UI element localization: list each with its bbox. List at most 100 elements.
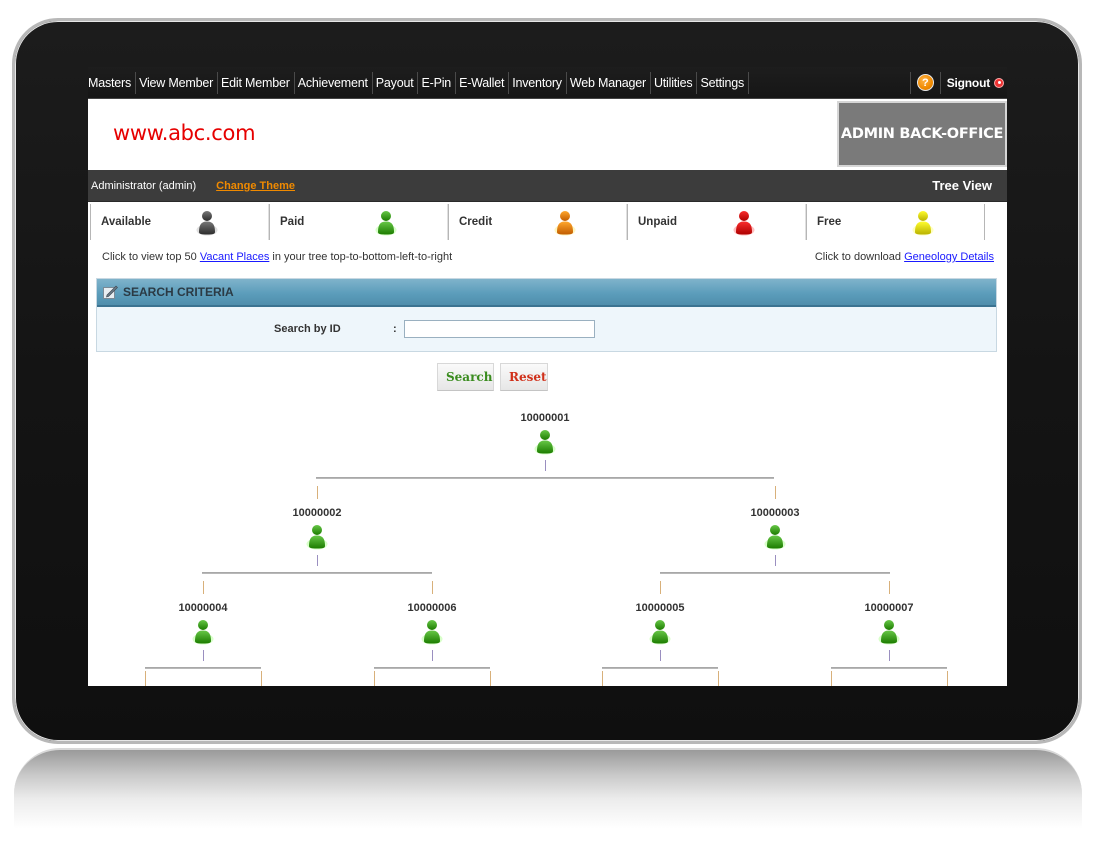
connector-line [203, 650, 204, 661]
connector-line [660, 572, 890, 574]
connector-line [374, 671, 375, 686]
connector-line [145, 671, 146, 686]
person-icon [878, 619, 900, 645]
legend-unpaid: Unpaid [627, 204, 806, 240]
info-text: in your tree top-to-bottom-left-to-right [269, 251, 453, 263]
connector-line [490, 671, 491, 686]
search-criteria-panel: SEARCH CRITERIA Search by ID : [96, 278, 997, 352]
top-navigation: Masters View Member Edit Member Achievem… [88, 67, 1007, 98]
connector-line [316, 477, 774, 479]
node-id: 10000005 [635, 602, 685, 614]
connector-line [718, 671, 719, 686]
connector-line [145, 667, 261, 669]
connector-line [602, 667, 718, 669]
person-icon [534, 429, 556, 455]
person-icon [912, 210, 934, 236]
current-user: Administrator (admin) [91, 179, 197, 192]
page-title: Tree View [932, 178, 992, 193]
legend-free: Free [806, 204, 985, 240]
connector-line [602, 671, 603, 686]
legend-label: Credit [459, 216, 493, 228]
node-id: 10000004 [178, 602, 228, 614]
search-criteria-title: SEARCH CRITERIA [123, 285, 234, 299]
connector-line [775, 486, 776, 499]
node-id: 10000007 [864, 602, 914, 614]
screen: Masters View Member Edit Member Achievem… [88, 67, 1007, 686]
tree-node[interactable]: 10000007 [839, 602, 939, 645]
person-icon [306, 524, 328, 550]
search-by-id-label: Search by ID [274, 323, 341, 335]
person-icon [649, 619, 671, 645]
nav-achievement[interactable]: Achievement [295, 71, 373, 94]
signout-label: Signout [946, 75, 990, 90]
person-icon [764, 524, 786, 550]
connector-line [889, 581, 890, 594]
connector-line [831, 667, 947, 669]
status-legend: Available Paid Credit Unpaid Free [90, 204, 1005, 240]
power-icon [994, 77, 1004, 88]
nav-edit-member[interactable]: Edit Member [218, 71, 295, 94]
tree-node[interactable]: 10000002 [267, 507, 367, 550]
vacant-places-link[interactable]: Vacant Places [200, 251, 270, 263]
admin-badge: ADMIN BACK-OFFICE [837, 101, 1007, 167]
edit-icon [103, 285, 118, 299]
connector-line [947, 671, 948, 686]
geneology-details-link[interactable]: Geneology Details [904, 251, 994, 263]
connector-line [545, 460, 546, 471]
connector-line [261, 671, 262, 686]
nav-utilities[interactable]: Utilities [651, 71, 698, 94]
connector-line [775, 555, 776, 566]
node-id: 10000002 [292, 507, 342, 519]
nav-inventory[interactable]: Inventory [509, 71, 567, 94]
legend-label: Unpaid [638, 216, 677, 228]
connector-line [317, 555, 318, 566]
connector-line [889, 650, 890, 661]
search-button[interactable]: Search [437, 363, 494, 391]
connector-line [831, 671, 832, 686]
help-icon: ? [916, 74, 934, 91]
person-icon [733, 210, 755, 236]
node-id: 10000003 [750, 507, 800, 519]
person-icon [375, 210, 397, 236]
tree-node[interactable]: 10000004 [153, 602, 253, 645]
search-criteria-header: SEARCH CRITERIA [97, 279, 996, 307]
connector-line [660, 650, 661, 661]
signout-button[interactable]: Signout [941, 76, 1007, 90]
nav-e-wallet[interactable]: E-Wallet [456, 71, 510, 94]
legend-label: Free [817, 216, 842, 228]
user-bar: Administrator (admin) Change Theme Tree … [88, 170, 1007, 202]
tree-node[interactable]: 10000001 [495, 412, 595, 455]
field-colon: : [393, 323, 397, 335]
search-by-id-input[interactable] [404, 320, 595, 338]
nav-settings[interactable]: Settings [697, 71, 750, 94]
node-id: 10000006 [407, 602, 457, 614]
connector-line [203, 581, 204, 594]
person-icon [421, 619, 443, 645]
nav-payout[interactable]: Payout [373, 71, 419, 94]
legend-label: Paid [280, 216, 305, 228]
site-logo[interactable]: www.abc.com [113, 121, 256, 145]
legend-paid: Paid [269, 204, 448, 240]
header: www.abc.com ADMIN BACK-OFFICE [88, 98, 1007, 170]
reset-button[interactable]: Reset [500, 363, 548, 391]
search-criteria-body: Search by ID : [97, 307, 996, 351]
connector-line [202, 572, 432, 574]
change-theme-link[interactable]: Change Theme [216, 180, 295, 192]
nav-e-pin[interactable]: E-Pin [418, 71, 457, 94]
legend-credit: Credit [448, 204, 627, 240]
legend-available: Available [90, 204, 269, 240]
info-text: Click to download [814, 251, 905, 263]
vacant-places-info: Click to view top 50 Vacant Places in yo… [102, 251, 452, 263]
download-info: Click to download Geneology Details [815, 251, 994, 263]
tree-node[interactable]: 10000005 [610, 602, 710, 645]
connector-line [432, 650, 433, 661]
nav-masters[interactable]: Masters [88, 71, 137, 94]
tree-node[interactable]: 10000003 [725, 507, 825, 550]
person-icon [554, 210, 576, 236]
nav-web-manager[interactable]: Web Manager [567, 71, 651, 94]
tree-node[interactable]: 10000006 [382, 602, 482, 645]
person-icon [196, 210, 218, 236]
nav-view-member[interactable]: View Member [136, 71, 219, 94]
connector-line [317, 486, 318, 499]
help-button[interactable]: ? [909, 71, 941, 94]
